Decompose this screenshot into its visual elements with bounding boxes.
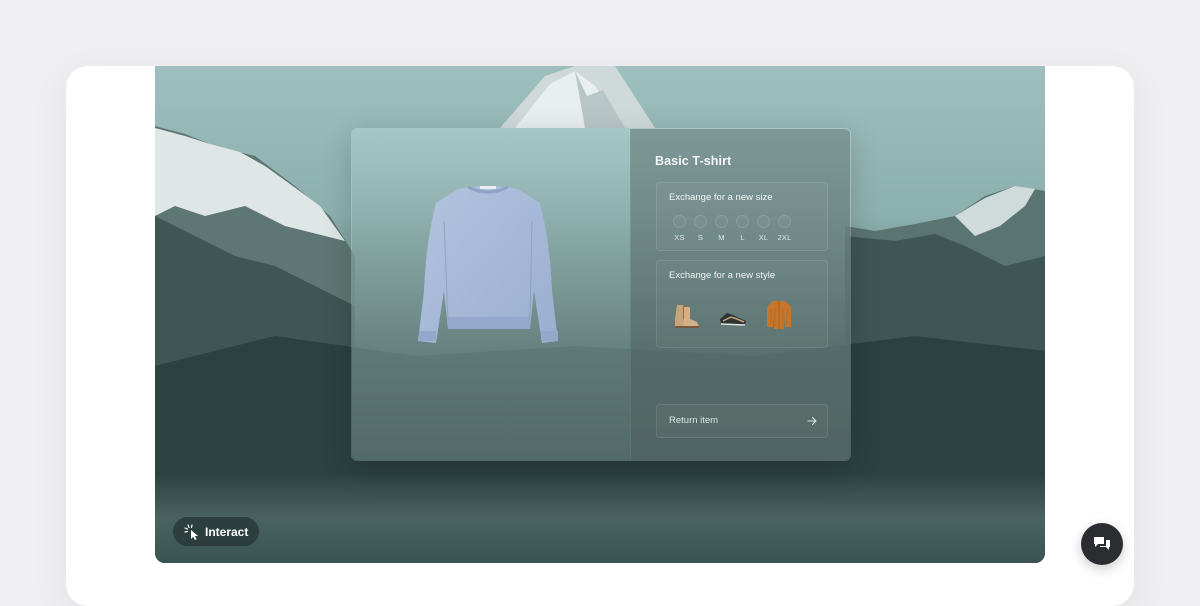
size-option-m[interactable]: M [711,215,732,242]
size-option-xs[interactable]: XS [669,215,690,242]
style-options [671,297,795,331]
chat-button[interactable] [1081,523,1123,565]
size-option-2xl[interactable]: 2XL [774,215,795,242]
size-label: XL [758,233,769,242]
size-label: S [697,233,704,242]
size-radio[interactable] [757,215,770,228]
interact-button[interactable]: Interact [173,517,259,546]
boots-icon[interactable] [671,297,703,331]
sneaker-icon[interactable] [717,297,749,331]
size-option-l[interactable]: L [732,215,753,242]
size-option-xl[interactable]: XL [753,215,774,242]
size-label: XS [674,233,685,242]
size-options: XS S M L XL 2XL [669,215,795,242]
return-exchange-panel: Basic T-shirt Exchange for a new size XS… [351,128,851,461]
size-radio[interactable] [673,215,686,228]
style-exchange-label: Exchange for a new style [669,270,776,281]
product-image-area [352,129,630,460]
size-label: M [718,233,725,242]
size-radio[interactable] [778,215,791,228]
sweater-image [418,185,558,343]
arrow-right-icon [807,416,817,426]
size-exchange-label: Exchange for a new size [669,192,773,203]
size-exchange-box: Exchange for a new size XS S M L XL 2XL [656,182,828,251]
chat-icon [1094,537,1110,550]
product-title: Basic T-shirt [655,154,732,168]
interact-label: Interact [205,524,249,539]
size-radio[interactable] [694,215,707,228]
jacket-icon[interactable] [763,297,795,331]
size-radio[interactable] [715,215,728,228]
size-label: 2XL [777,233,792,242]
size-option-s[interactable]: S [690,215,711,242]
fog [155,473,1045,563]
size-label: L [740,233,745,242]
pointer-click-icon [184,523,198,540]
style-exchange-box: Exchange for a new style [656,260,828,348]
options-area: Basic T-shirt Exchange for a new size XS… [630,129,850,460]
size-radio[interactable] [736,215,749,228]
return-item-label: Return item [669,415,719,426]
return-item-button[interactable]: Return item [656,404,828,438]
